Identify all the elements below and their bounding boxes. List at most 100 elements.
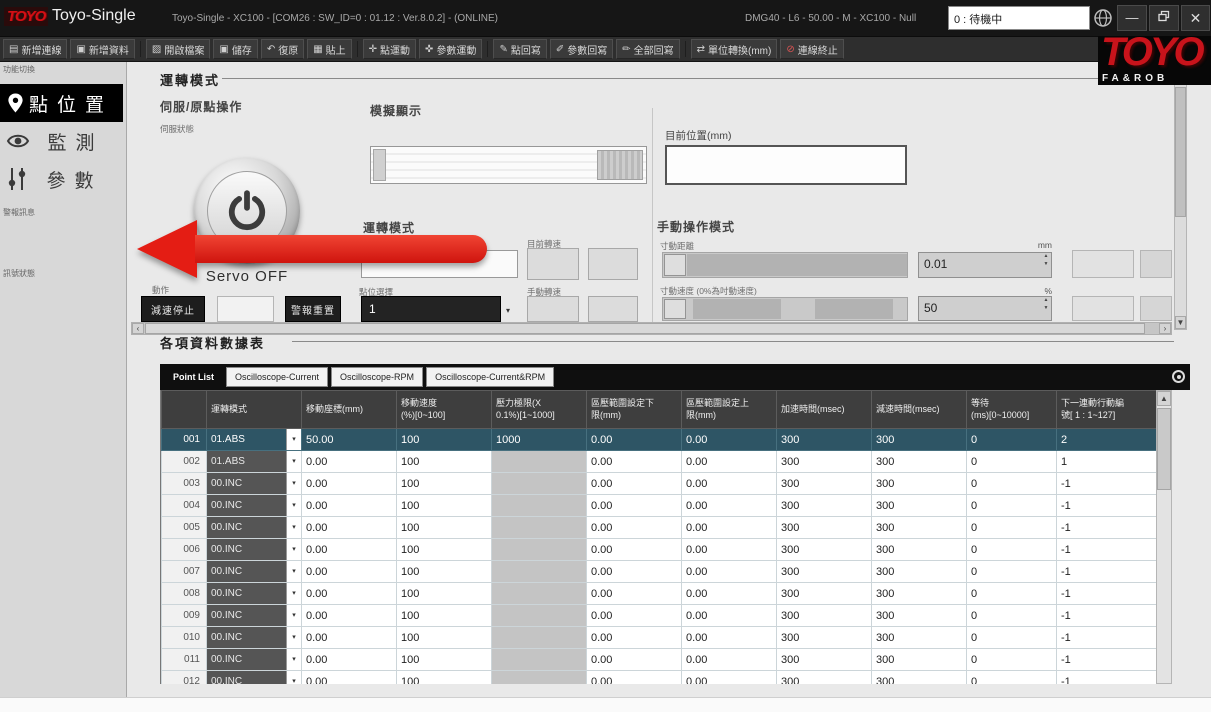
table-cell[interactable]: 300: [872, 473, 967, 495]
table-row-007[interactable]: 00700.INC▾0.001000.000.003003000-1: [162, 561, 1157, 583]
mode-dropdown-button[interactable]: ▾: [286, 671, 301, 684]
toolbar-button-11[interactable]: ✏全部回寫: [616, 39, 679, 59]
point-select-dropdown[interactable]: 1: [361, 296, 501, 322]
table-cell[interactable]: 0.00: [302, 627, 397, 649]
table-cell[interactable]: 300: [777, 473, 872, 495]
jog-speed-minus-button[interactable]: [1072, 296, 1134, 321]
stepper-arrows-icon[interactable]: ▲▼: [1040, 297, 1052, 312]
tab-oscilloscope-rpm[interactable]: Oscilloscope-RPM: [331, 367, 423, 387]
table-row-005[interactable]: 00500.INC▾0.001000.000.003003000-1: [162, 517, 1157, 539]
table-cell[interactable]: 0.00: [682, 605, 777, 627]
table-cell[interactable]: 0.00: [302, 649, 397, 671]
table-row-002[interactable]: 00201.ABS▾0.001000.000.0030030001: [162, 451, 1157, 473]
table-cell[interactable]: 0: [967, 539, 1057, 561]
mode-cell[interactable]: 00.INC▾: [207, 495, 302, 517]
minimize-button[interactable]: —: [1117, 5, 1147, 31]
vertical-scrollbar[interactable]: ▼: [1174, 72, 1187, 330]
toolbar-button-10[interactable]: ✐參數回寫: [550, 39, 613, 59]
blank-button[interactable]: [217, 296, 274, 322]
table-cell[interactable]: 300: [777, 649, 872, 671]
table-cell[interactable]: 0.00: [587, 561, 682, 583]
toolbar-button-5[interactable]: ↶復原: [261, 39, 304, 59]
jog-plus-button[interactable]: [1140, 250, 1172, 278]
mode-dropdown-button[interactable]: ▾: [286, 539, 301, 560]
jog-speed-plus-button[interactable]: [1140, 296, 1172, 321]
table-cell[interactable]: 0: [967, 473, 1057, 495]
table-cell[interactable]: 0: [967, 649, 1057, 671]
table-cell[interactable]: -1: [1057, 473, 1157, 495]
jog-minus-button[interactable]: [1072, 250, 1134, 278]
table-cell[interactable]: 0.00: [682, 451, 777, 473]
stepper-arrows-icon[interactable]: ▲▼: [1040, 253, 1052, 268]
table-cell[interactable]: 300: [872, 671, 967, 685]
toolbar-button-13[interactable]: ⊘連線終止: [780, 39, 843, 59]
table-cell[interactable]: 300: [777, 539, 872, 561]
jog-speed-slider[interactable]: [662, 297, 908, 321]
table-cell[interactable]: 0.00: [682, 561, 777, 583]
table-cell[interactable]: 300: [872, 649, 967, 671]
jog-distance-slider[interactable]: [662, 252, 908, 278]
table-cell[interactable]: [492, 605, 587, 627]
mode-dropdown-button[interactable]: ▾: [286, 561, 301, 582]
table-cell[interactable]: 100: [397, 583, 492, 605]
table-cell[interactable]: 100: [397, 627, 492, 649]
toolbar-button-3[interactable]: ▨開啟檔案: [146, 39, 210, 59]
table-cell[interactable]: -1: [1057, 605, 1157, 627]
toolbar-button-4[interactable]: ▣儲存: [213, 39, 257, 59]
table-cell[interactable]: 300: [872, 627, 967, 649]
table-cell[interactable]: 0: [967, 583, 1057, 605]
tab-options-icon[interactable]: [1172, 370, 1185, 383]
table-cell[interactable]: [492, 561, 587, 583]
table-cell[interactable]: 300: [872, 517, 967, 539]
mode-dropdown-button[interactable]: ▾: [286, 583, 301, 604]
sidebar-item-point-position[interactable]: 點位置: [0, 84, 123, 122]
table-row-006[interactable]: 00600.INC▾0.001000.000.003003000-1: [162, 539, 1157, 561]
gauge-carriage[interactable]: [597, 150, 643, 180]
table-cell[interactable]: 300: [777, 451, 872, 473]
table-cell[interactable]: -1: [1057, 583, 1157, 605]
table-cell[interactable]: 0.00: [587, 451, 682, 473]
mode-dropdown-button[interactable]: ▾: [286, 627, 301, 648]
toolbar-button-1[interactable]: ▤新增連線: [3, 39, 67, 59]
table-cell[interactable]: [492, 539, 587, 561]
jog-distance-stepper[interactable]: 0.01: [918, 252, 1052, 278]
scroll-up-button[interactable]: ▲: [1157, 391, 1171, 406]
table-cell[interactable]: 100: [397, 605, 492, 627]
slider-handle[interactable]: [664, 254, 686, 276]
table-row-003[interactable]: 00300.INC▾0.001000.000.003003000-1: [162, 473, 1157, 495]
table-cell[interactable]: 300: [777, 583, 872, 605]
table-cell[interactable]: 0.00: [587, 495, 682, 517]
table-cell[interactable]: 100: [397, 495, 492, 517]
table-cell[interactable]: 100: [397, 561, 492, 583]
machine-status-field[interactable]: 0 : 待機中: [948, 6, 1090, 30]
table-cell[interactable]: -1: [1057, 495, 1157, 517]
table-cell[interactable]: -1: [1057, 539, 1157, 561]
tab-oscilloscope-current[interactable]: Oscilloscope-Current: [226, 367, 328, 387]
table-row-010[interactable]: 01000.INC▾0.001000.000.003003000-1: [162, 627, 1157, 649]
table-cell[interactable]: 2: [1057, 429, 1157, 451]
table-cell[interactable]: 300: [777, 561, 872, 583]
mode-cell[interactable]: 00.INC▾: [207, 473, 302, 495]
table-cell[interactable]: 1000: [492, 429, 587, 451]
table-row-011[interactable]: 01100.INC▾0.001000.000.003003000-1: [162, 649, 1157, 671]
table-cell[interactable]: 300: [777, 429, 872, 451]
table-cell[interactable]: 100: [397, 473, 492, 495]
table-cell[interactable]: 0.00: [302, 561, 397, 583]
table-cell[interactable]: [492, 627, 587, 649]
table-cell[interactable]: 100: [397, 517, 492, 539]
table-cell[interactable]: 0.00: [302, 495, 397, 517]
table-cell[interactable]: 0.00: [302, 671, 397, 685]
alarm-reset-button[interactable]: 警報重置: [285, 296, 341, 322]
table-row-012[interactable]: 01200.INC▾0.001000.000.003003000-1: [162, 671, 1157, 685]
table-cell[interactable]: 0: [967, 429, 1057, 451]
table-cell[interactable]: 0.00: [302, 517, 397, 539]
slider-handle[interactable]: [664, 299, 686, 319]
table-cell[interactable]: 300: [872, 583, 967, 605]
table-cell[interactable]: 0.00: [302, 451, 397, 473]
table-cell[interactable]: 0.00: [682, 539, 777, 561]
table-cell[interactable]: 0: [967, 495, 1057, 517]
table-cell[interactable]: 0: [967, 517, 1057, 539]
table-cell[interactable]: [492, 495, 587, 517]
table-cell[interactable]: 0.00: [682, 429, 777, 451]
table-cell[interactable]: [492, 671, 587, 685]
